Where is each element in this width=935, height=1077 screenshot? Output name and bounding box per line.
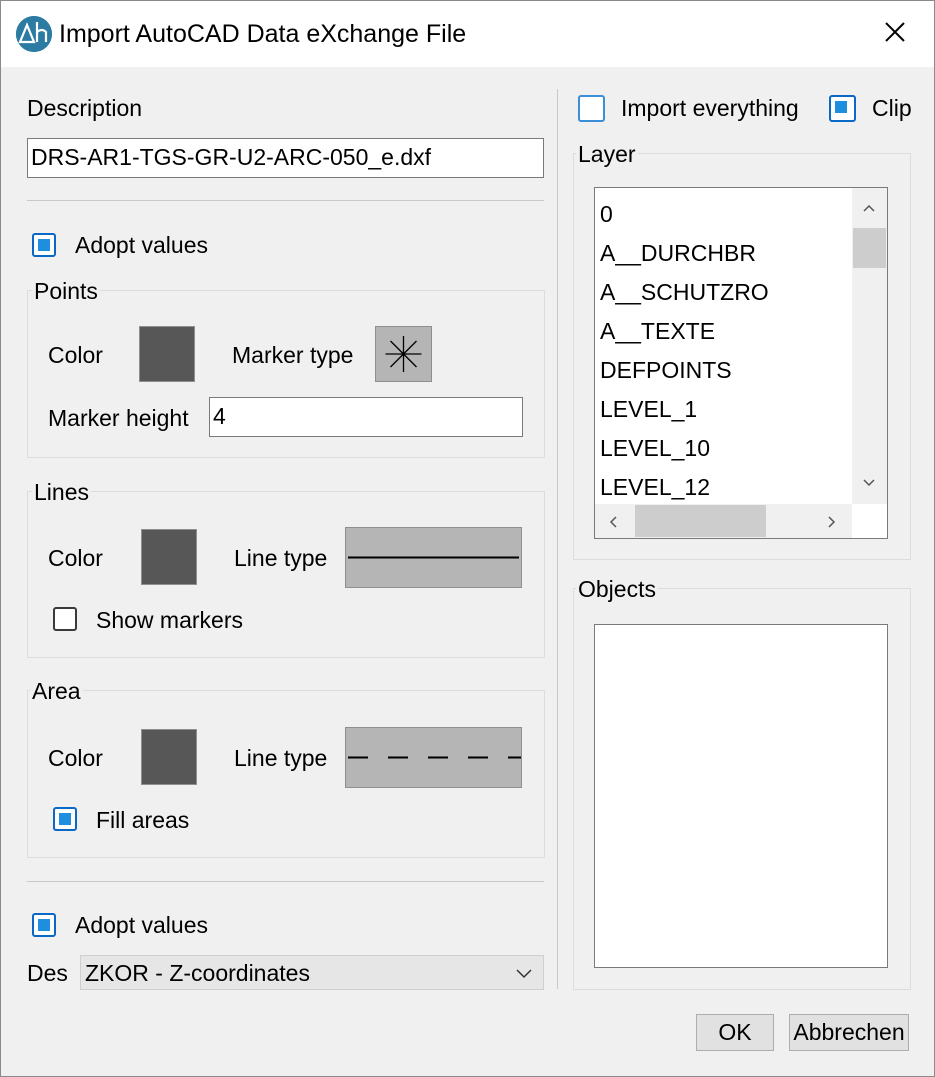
vertical-scroll-thumb[interactable] [853,228,886,268]
lines-color-swatch[interactable] [141,529,197,585]
import-everything-checkbox[interactable] [578,95,605,122]
layer-list[interactable]: 0 A__DURCHBR A__SCHUTZRO A__TEXTE DEFPOI… [594,187,888,539]
scroll-down-arrow-icon[interactable] [861,477,877,489]
adopt-values-2-checkbox[interactable] [32,913,56,937]
layer-list-horizontal-scrollbar[interactable] [595,504,852,538]
list-item[interactable]: LEVEL_12 [600,474,710,501]
description-field[interactable]: DRS-AR1-TGS-GR-U2-ARC-050_e.dxf [27,138,544,178]
show-markers-label: Show markers [96,607,243,633]
asterisk-marker-icon [385,336,422,372]
dialog-window: Import AutoCAD Data eXchange File Descri… [0,0,935,1077]
marker-type-label: Marker type [232,342,354,368]
description-label: Description [27,95,143,121]
marker-height-field[interactable]: 4 [209,397,523,437]
window-title: Import AutoCAD Data eXchange File [59,20,467,48]
column-divider [557,89,558,989]
points-color-label: Color [48,342,103,368]
app-logo-icon [16,16,52,52]
scrollbar-corner [852,504,887,538]
separator [27,881,544,882]
list-item[interactable]: A__SCHUTZRO [600,279,769,306]
list-item[interactable]: A__TEXTE [600,318,715,345]
list-item[interactable]: 0 [600,201,613,228]
area-color-swatch[interactable] [141,729,197,785]
points-group-label: Points [32,278,100,304]
scroll-right-arrow-icon[interactable] [826,514,838,530]
separator [27,200,544,201]
layer-list-vertical-scrollbar[interactable] [852,188,887,504]
horizontal-scroll-thumb[interactable] [635,505,766,537]
lines-line-type-picker[interactable] [345,527,522,588]
list-item[interactable]: A__DURCHBR [600,240,756,267]
fill-areas-checkbox[interactable] [53,807,77,831]
des-dropdown-value: ZKOR - Z-coordinates [85,960,310,986]
area-group-label: Area [30,678,83,704]
marker-type-picker[interactable] [375,326,432,382]
adopt-values-checkbox[interactable] [32,233,56,257]
clip-label: Clip [872,95,912,121]
list-item[interactable]: LEVEL_1 [600,396,697,423]
show-markers-checkbox[interactable] [53,607,77,631]
marker-height-label: Marker height [48,405,189,431]
area-line-type-picker[interactable] [345,727,522,788]
close-icon [885,22,905,42]
chevron-down-icon [516,969,532,979]
list-item[interactable]: DEFPOINTS [600,357,732,384]
list-item[interactable]: LEVEL_10 [600,435,710,462]
dashed-line-preview-icon [348,756,521,759]
lines-group-label: Lines [32,479,91,505]
area-line-type-label: Line type [234,745,328,771]
close-button[interactable] [873,13,917,53]
des-dropdown[interactable]: ZKOR - Z-coordinates [80,955,544,990]
solid-line-preview-icon [348,556,519,559]
fill-areas-label: Fill areas [96,807,190,833]
layer-group-label: Layer [576,141,638,167]
adopt-values-2-label: Adopt values [75,912,208,938]
clip-checkbox[interactable] [829,95,856,122]
objects-group-label: Objects [576,576,658,602]
adopt-values-label: Adopt values [75,232,208,258]
scroll-left-arrow-icon[interactable] [607,514,619,530]
points-color-swatch[interactable] [139,326,195,382]
cancel-button[interactable]: Abbrechen [789,1014,909,1051]
scroll-up-arrow-icon[interactable] [861,202,877,214]
lines-line-type-label: Line type [234,545,328,571]
import-everything-label: Import everything [621,95,799,121]
lines-color-label: Color [48,545,103,571]
ok-button[interactable]: OK [696,1014,774,1051]
area-color-label: Color [48,745,103,771]
objects-list[interactable] [594,624,888,968]
des-label: Des [27,960,68,986]
title-bar: Import AutoCAD Data eXchange File [1,1,934,67]
